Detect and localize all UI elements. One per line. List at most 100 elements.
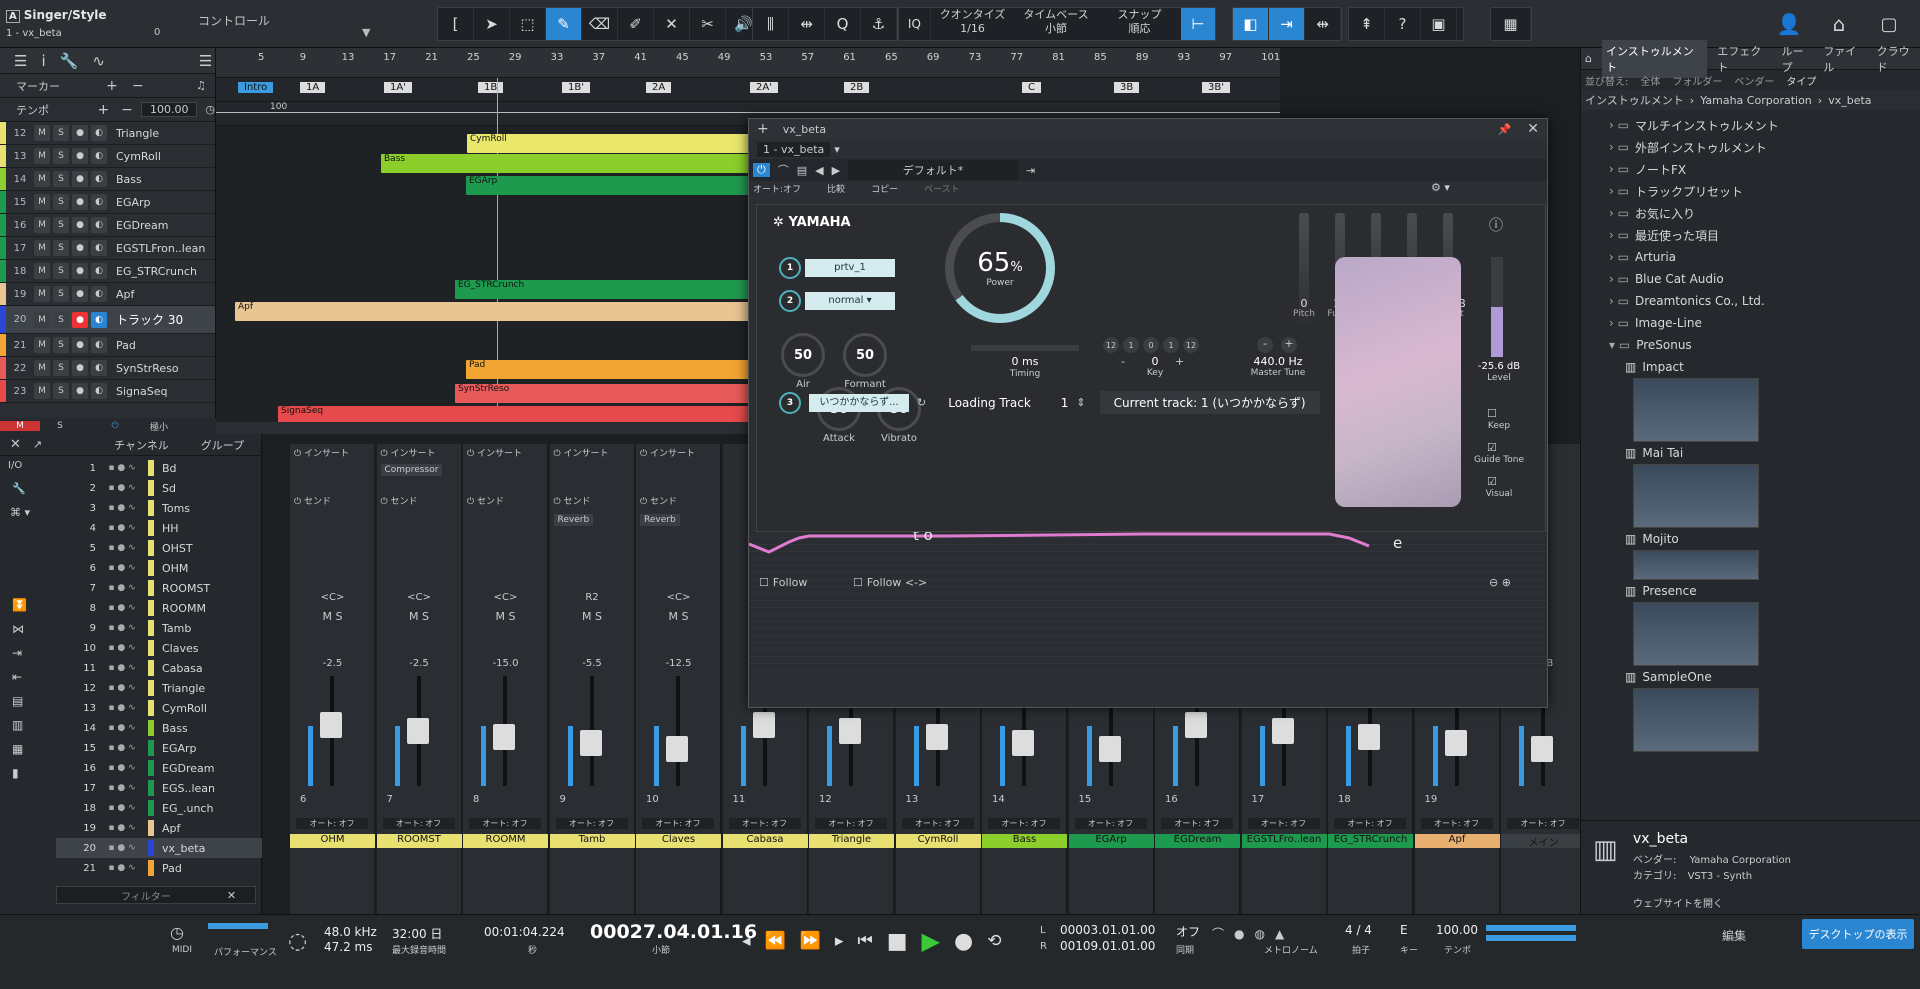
channel-row[interactable]: 5 ▪ ● ∿ OHST — [56, 538, 262, 558]
record-arm-icon[interactable]: ● — [72, 383, 88, 399]
mute-button[interactable]: M — [34, 171, 50, 187]
automation-mode[interactable]: オート: オフ — [988, 818, 1060, 829]
channel-flags-icon[interactable]: ▪ ● ∿ — [96, 583, 148, 593]
add-icon[interactable]: + — [757, 121, 769, 137]
key-signature[interactable]: E — [1400, 923, 1408, 937]
mute-button[interactable]: M — [34, 337, 50, 353]
split-tool-icon[interactable]: ✂ — [690, 8, 726, 40]
solo-button[interactable]: S — [53, 383, 69, 399]
solo-button[interactable]: S — [53, 217, 69, 233]
channel-row[interactable]: 4 ▪ ● ∿ HH — [56, 518, 262, 538]
sort-option[interactable]: タイプ — [1786, 73, 1816, 88]
global-solo[interactable]: S — [40, 421, 80, 431]
h-zoom-icon[interactable]: ⊖ ⊕ — [1489, 576, 1511, 589]
fader-cap[interactable] — [1444, 730, 1467, 756]
snap-select[interactable]: スナップ 順応 — [1098, 8, 1181, 40]
browser-folder[interactable]: › ▭ Image-Line — [1609, 312, 1920, 334]
channel-flags-icon[interactable]: ▪ ● ∿ — [96, 803, 148, 813]
channel-label[interactable]: EG_STRCrunch — [1328, 834, 1413, 848]
record-arm-icon[interactable]: ● — [72, 360, 88, 376]
fader-cap[interactable] — [1012, 730, 1034, 756]
track-row[interactable]: 19 M S ● ◐ Apf — [0, 283, 215, 306]
monitor-toggle-icon[interactable]: ◐ — [91, 148, 107, 164]
mute-button[interactable]: M — [34, 286, 50, 302]
channel-flags-icon[interactable]: ▪ ● ∿ — [96, 603, 148, 613]
key-step-button[interactable]: 1 — [1123, 337, 1139, 353]
range-tool-icon[interactable]: ⬚ — [510, 8, 546, 40]
pan-value[interactable]: <C> — [463, 592, 548, 603]
playhead[interactable] — [497, 78, 498, 434]
track-row[interactable]: 12 M S ● ◐ Triangle — [0, 122, 215, 145]
select-bracket-icon[interactable]: [ — [438, 8, 474, 40]
list-icon[interactable]: ☰ — [199, 52, 212, 70]
fader-cap[interactable] — [1271, 718, 1294, 744]
return-zero-icon[interactable]: ⏮ — [857, 931, 872, 951]
channel-label[interactable]: Tamb — [549, 834, 635, 848]
chart-icon[interactable]: ▮ — [12, 766, 27, 780]
remove-marker-icon[interactable]: − — [132, 78, 196, 94]
sort-option[interactable]: ベンダー — [1734, 73, 1774, 88]
pan-value[interactable]: <C> — [377, 592, 462, 603]
solo-button[interactable]: S — [53, 337, 69, 353]
solo-button[interactable]: S — [53, 125, 69, 141]
channel-flags-icon[interactable]: ▪ ● ∿ — [96, 703, 148, 713]
rewind-start-icon[interactable]: ◂ — [742, 931, 751, 951]
mute-button[interactable]: M — [34, 217, 50, 233]
mute-button[interactable]: M — [34, 263, 50, 279]
track-name[interactable]: SynStrReso — [116, 362, 179, 375]
plugin-track-select[interactable]: 1 - vx_beta — [757, 141, 831, 157]
solo-button[interactable]: S — [53, 148, 69, 164]
marker[interactable]: 1A' — [384, 82, 412, 93]
bus-icon[interactable]: ▦ — [12, 742, 27, 756]
channel-flags-icon[interactable]: ▪ ● ∿ — [96, 643, 148, 653]
loop-end[interactable]: 00109.01.01.00 — [1060, 939, 1155, 953]
style-select[interactable]: normal ▾ — [805, 292, 895, 310]
marker[interactable]: 1B' — [562, 82, 590, 93]
scissor-icon[interactable]: ⚓ — [861, 8, 897, 40]
help-button[interactable]: ? — [1385, 8, 1421, 40]
channel-label[interactable]: OHM — [290, 834, 375, 848]
compare-button[interactable]: 比較 — [827, 182, 845, 195]
expand-icon[interactable]: ↗ — [33, 438, 42, 451]
marker[interactable]: 1A — [300, 82, 326, 93]
loading-track-number[interactable]: 1 — [1061, 396, 1069, 410]
loop-start[interactable]: 00003.01.01.00 — [1060, 923, 1155, 937]
marker[interactable]: 2A' — [750, 82, 778, 93]
fader-cap[interactable] — [493, 724, 515, 750]
automation-mode[interactable]: オート: オフ — [382, 818, 455, 829]
precount-icon[interactable]: ⌒ — [1212, 925, 1224, 942]
solo-button[interactable]: S — [53, 286, 69, 302]
autoscroll-icon[interactable]: ◧ — [1233, 8, 1269, 40]
mute-button[interactable]: M — [34, 194, 50, 210]
solo-button[interactable]: S — [53, 194, 69, 210]
user-icon[interactable]: 👤 — [1774, 9, 1804, 39]
channel-label[interactable]: Triangle — [809, 834, 894, 848]
preset-menu-icon[interactable]: ⇥ — [1026, 164, 1035, 177]
iq-button[interactable]: IQ — [899, 8, 931, 40]
channel-row[interactable]: 3 ▪ ● ∿ Toms — [56, 498, 262, 518]
fader-cap[interactable] — [320, 712, 342, 738]
automation-mode[interactable]: オート: オフ — [1507, 818, 1579, 829]
marker[interactable]: 2A — [646, 82, 672, 93]
song-title[interactable]: A Singer/Style — [6, 8, 107, 23]
insert-slot[interactable]: ⏻ インサート — [294, 446, 349, 459]
key-step-button[interactable]: 12 — [1103, 337, 1119, 353]
tune-plus-button[interactable]: + — [1281, 337, 1297, 353]
performance-label[interactable]: パフォーマンス — [214, 945, 277, 958]
forward-icon[interactable]: ⏩ — [800, 931, 821, 951]
insert-slot[interactable]: ⏻ インサート — [467, 446, 522, 459]
channel-flags-icon[interactable]: ▪ ● ∿ — [96, 543, 148, 553]
loop-icon[interactable]: ⟲ — [987, 931, 1001, 951]
bend-icon[interactable]: ⫼ — [753, 8, 789, 40]
accent-icon[interactable]: ◍ — [1255, 927, 1265, 941]
channel-label[interactable]: Claves — [636, 834, 721, 848]
track-row[interactable]: 22 M S ● ◐ SynStrReso — [0, 357, 215, 380]
channel-flags-icon[interactable]: ▪ ● ∿ — [96, 683, 148, 693]
follow-toggle[interactable]: ☐ Follow — [759, 576, 807, 589]
mute-solo[interactable]: M S — [377, 610, 462, 623]
browser-folder[interactable]: › ▭ ノートFX — [1609, 158, 1920, 180]
input-icon[interactable]: ⇥ — [12, 646, 27, 660]
record-arm-icon[interactable]: ● — [72, 194, 88, 210]
channel-flags-icon[interactable]: ▪ ● ∿ — [96, 463, 148, 473]
browser-instrument[interactable]: ▥ Impact — [1609, 356, 1920, 378]
